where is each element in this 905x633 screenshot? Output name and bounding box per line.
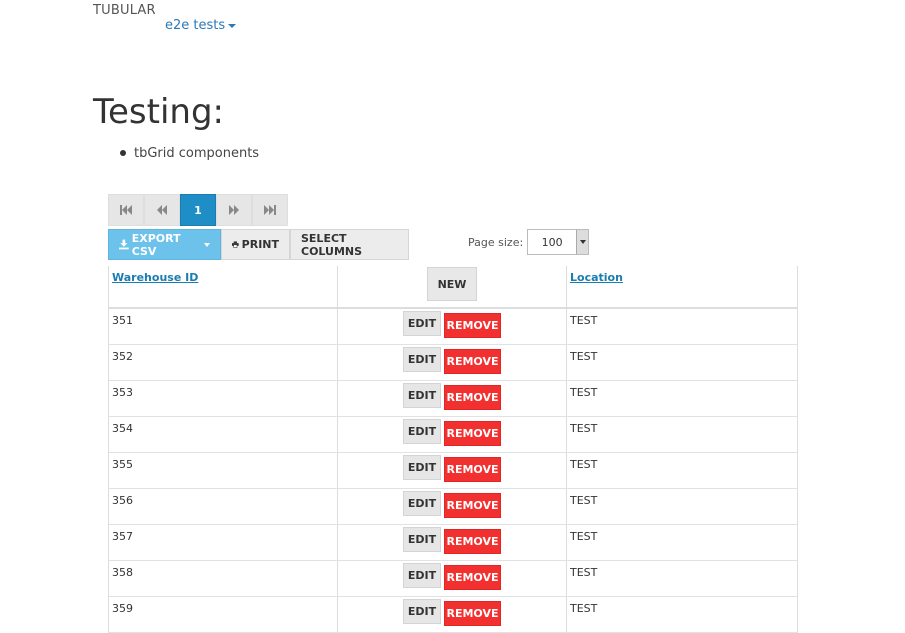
print-label: PRINT <box>241 238 279 251</box>
edit-button[interactable]: EDIT <box>403 347 441 372</box>
table-row: 355 EDIT REMOVE TEST <box>108 453 798 489</box>
grid-body: 351 EDIT REMOVE TEST 352 EDIT REMOVE TEST 353 EDI… <box>108 309 798 633</box>
download-icon <box>119 239 129 250</box>
column-header-warehouse-id: Warehouse ID <box>108 266 337 307</box>
location-cell: TEST <box>566 417 798 452</box>
print-button[interactable]: PRINT <box>221 229 290 260</box>
actions-cell: EDIT REMOVE <box>337 453 566 488</box>
warehouse-id-cell: 354 <box>108 417 337 452</box>
edit-button[interactable]: EDIT <box>403 599 441 624</box>
sort-location-link[interactable]: Location <box>570 271 623 284</box>
actions-cell: EDIT REMOVE <box>337 561 566 596</box>
page-size-value: 100 <box>541 235 563 249</box>
location-cell: TEST <box>566 345 798 380</box>
select-columns-button[interactable]: SELECT COLUMNS <box>290 229 409 260</box>
new-button[interactable]: NEW <box>427 267 477 301</box>
edit-button[interactable]: EDIT <box>403 563 441 588</box>
caret-down-icon <box>204 242 210 247</box>
page-size-control: Page size: 100 <box>468 229 590 255</box>
location-cell: TEST <box>566 453 798 488</box>
next-page-icon <box>229 205 239 215</box>
table-row: 352 EDIT REMOVE TEST <box>108 345 798 381</box>
location-cell: TEST <box>566 489 798 524</box>
data-grid: Warehouse ID NEW Location 351 EDIT REMOVE T… <box>108 266 798 633</box>
caret-down-icon <box>228 23 237 28</box>
pager: 1 <box>108 194 288 226</box>
list-item: tbGrid components <box>120 146 259 161</box>
actions-cell: EDIT REMOVE <box>337 525 566 560</box>
table-row: 354 EDIT REMOVE TEST <box>108 417 798 453</box>
edit-button[interactable]: EDIT <box>403 419 441 444</box>
edit-button[interactable]: EDIT <box>403 455 441 480</box>
actions-cell: EDIT REMOVE <box>337 381 566 416</box>
print-icon <box>232 241 239 248</box>
location-cell: TEST <box>566 525 798 560</box>
remove-button[interactable]: REMOVE <box>444 421 501 446</box>
remove-button[interactable]: REMOVE <box>444 457 501 482</box>
warehouse-id-cell: 353 <box>108 381 337 416</box>
actions-cell: EDIT REMOVE <box>337 309 566 344</box>
nav-dropdown-label: e2e tests <box>165 18 226 33</box>
actions-cell: EDIT REMOVE <box>337 489 566 524</box>
actions-cell: EDIT REMOVE <box>337 417 566 452</box>
warehouse-id-cell: 359 <box>108 597 337 632</box>
page-size-label: Page size: <box>468 235 524 249</box>
first-page-button[interactable] <box>108 194 144 226</box>
remove-button[interactable]: REMOVE <box>444 313 501 338</box>
warehouse-id-cell: 352 <box>108 345 337 380</box>
location-cell: TEST <box>566 561 798 596</box>
remove-button[interactable]: REMOVE <box>444 349 501 374</box>
edit-button[interactable]: EDIT <box>403 491 441 516</box>
brand: TUBULAR <box>93 3 156 18</box>
table-row: 357 EDIT REMOVE TEST <box>108 525 798 561</box>
table-row: 356 EDIT REMOVE TEST <box>108 489 798 525</box>
remove-button[interactable]: REMOVE <box>444 601 501 626</box>
location-cell: TEST <box>566 597 798 632</box>
previous-page-icon <box>157 205 167 215</box>
table-row: 351 EDIT REMOVE TEST <box>108 309 798 345</box>
remove-button[interactable]: REMOVE <box>444 385 501 410</box>
column-header-actions: NEW <box>337 266 566 307</box>
grid-header-row: Warehouse ID NEW Location <box>108 266 798 309</box>
edit-button[interactable]: EDIT <box>403 383 441 408</box>
nav-dropdown-e2e-tests[interactable]: e2e tests <box>165 18 237 33</box>
export-csv-label: EXPORT CSV <box>131 231 181 258</box>
bullet-list: tbGrid components <box>120 146 259 161</box>
warehouse-id-cell: 355 <box>108 453 337 488</box>
table-row: 359 EDIT REMOVE TEST <box>108 597 798 633</box>
actions-cell: EDIT REMOVE <box>337 345 566 380</box>
edit-button[interactable]: EDIT <box>403 311 441 336</box>
warehouse-id-cell: 351 <box>108 309 337 344</box>
edit-button[interactable]: EDIT <box>403 527 441 552</box>
select-arrow-icon <box>576 230 589 254</box>
page-button-current[interactable]: 1 <box>180 194 216 226</box>
last-page-icon <box>264 205 276 215</box>
warehouse-id-cell: 358 <box>108 561 337 596</box>
grid-toolbar: EXPORT CSV PRINT SELECT COLUMNS <box>108 229 409 260</box>
location-cell: TEST <box>566 309 798 344</box>
page-size-select[interactable]: 100 <box>527 229 590 255</box>
actions-cell: EDIT REMOVE <box>337 597 566 632</box>
previous-page-button[interactable] <box>144 194 180 226</box>
sort-warehouse-id-link[interactable]: Warehouse ID <box>112 271 198 284</box>
table-row: 353 EDIT REMOVE TEST <box>108 381 798 417</box>
page-title: Testing: <box>93 92 224 132</box>
remove-button[interactable]: REMOVE <box>444 493 501 518</box>
next-page-button[interactable] <box>216 194 252 226</box>
location-cell: TEST <box>566 381 798 416</box>
first-page-icon <box>120 205 132 215</box>
warehouse-id-cell: 357 <box>108 525 337 560</box>
column-header-location: Location <box>566 266 798 307</box>
last-page-button[interactable] <box>252 194 288 226</box>
export-csv-button[interactable]: EXPORT CSV <box>108 229 221 260</box>
remove-button[interactable]: REMOVE <box>444 565 501 590</box>
warehouse-id-cell: 356 <box>108 489 337 524</box>
remove-button[interactable]: REMOVE <box>444 529 501 554</box>
table-row: 358 EDIT REMOVE TEST <box>108 561 798 597</box>
